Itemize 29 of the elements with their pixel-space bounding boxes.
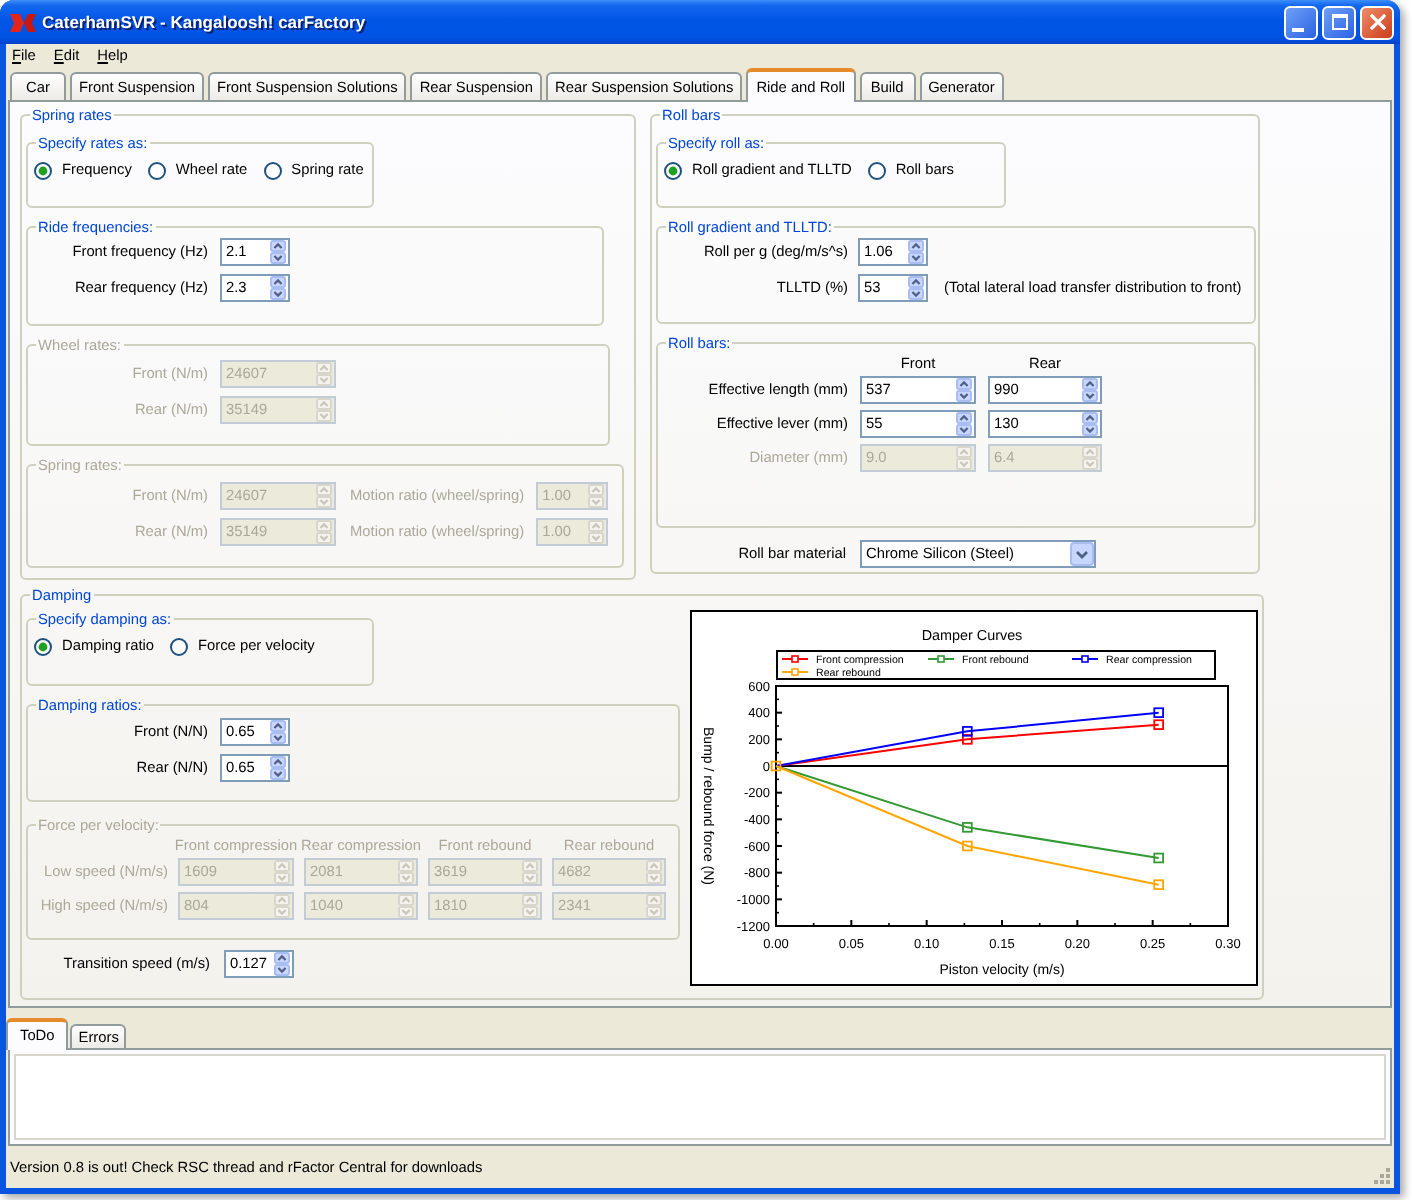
spinner-arrows-icon[interactable] (270, 756, 286, 780)
spinner-arrows-icon[interactable] (270, 720, 286, 744)
legend-swatch-icon (781, 668, 809, 676)
spinner-arrows-icon[interactable] (270, 240, 286, 264)
data-marker (962, 840, 973, 852)
legend-swatch-icon (1071, 655, 1099, 663)
data-marker (770, 760, 782, 772)
minimize-icon (1292, 27, 1304, 31)
maximize-icon (1331, 14, 1347, 30)
resize-grip-icon[interactable] (1372, 1166, 1390, 1184)
data-marker (962, 822, 973, 833)
window-title: CaterhamSVR - Kangaloosh! carFactory (42, 12, 368, 32)
data-marker (1153, 852, 1164, 864)
spinner-arrows-icon[interactable] (908, 276, 924, 300)
close-icon (1369, 14, 1385, 30)
spinner-arrows-icon[interactable] (274, 952, 290, 976)
minimize-button[interactable] (1284, 5, 1318, 39)
spinner-arrows-icon[interactable] (1082, 378, 1098, 402)
close-button[interactable] (1360, 5, 1394, 39)
maximize-button[interactable] (1322, 5, 1356, 39)
spinner-arrows-icon[interactable] (956, 378, 972, 402)
spinner-arrows-icon[interactable] (1082, 412, 1098, 436)
app-icon (10, 13, 36, 31)
spinner-arrows-icon[interactable] (908, 240, 924, 264)
legend-swatch-icon (781, 655, 809, 663)
spinner-arrows-icon[interactable] (956, 412, 972, 436)
data-marker (1153, 879, 1164, 890)
spinner-arrows-icon[interactable] (270, 276, 286, 300)
legend-swatch-icon (927, 655, 955, 663)
